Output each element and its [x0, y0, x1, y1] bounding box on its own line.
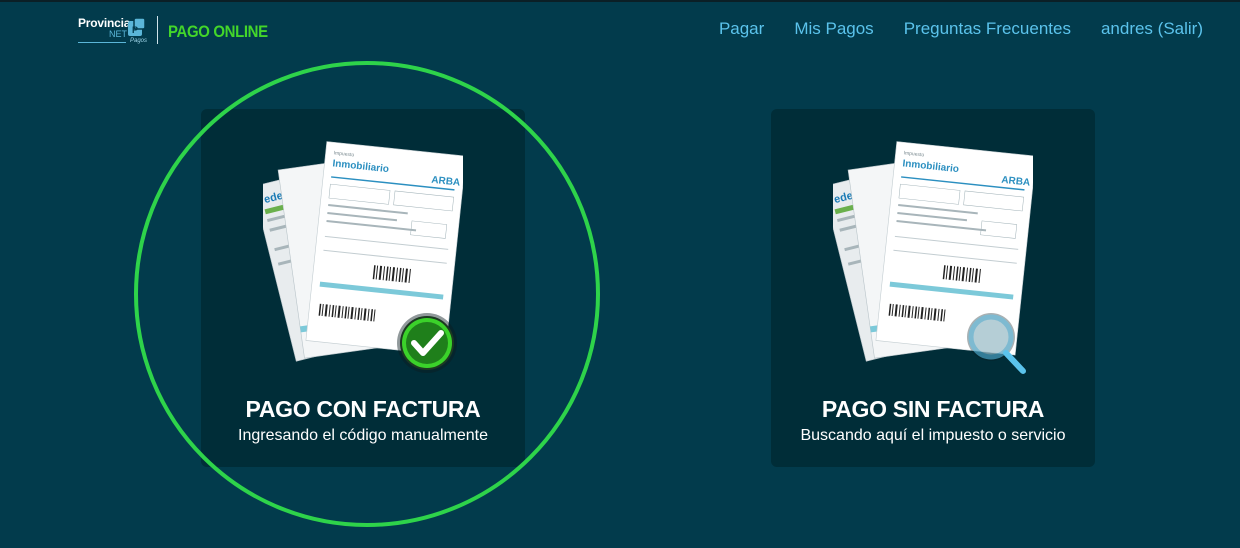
pago-online-logo-text: PAGO ONLINE: [168, 22, 268, 41]
check-badge-icon: [397, 313, 457, 373]
provincianet-logo[interactable]: Provincia NET Pagos P PAGO ONLINE: [78, 16, 281, 48]
logo-underline: [78, 42, 126, 43]
nav-link-preguntas-frecuentes[interactable]: Preguntas Frecuentes: [904, 19, 1071, 39]
option-title: PAGO SIN FACTURA: [821, 396, 1045, 422]
option-card-pago-con-factura[interactable]: edenor Impuesto Inmobiliario ARBA: [201, 109, 525, 467]
logo-pagos-text: Pagos: [130, 38, 148, 44]
option-subtitle: Ingresando el código manualmente: [238, 427, 488, 444]
nav-link-user-logout[interactable]: andres (Salir): [1101, 19, 1203, 39]
main-nav: Pagar Mis Pagos Preguntas Frecuentes and…: [719, 19, 1203, 39]
logo-provincia-text: Provincia: [78, 16, 131, 30]
nav-link-mis-pagos[interactable]: Mis Pagos: [794, 19, 873, 39]
provincia-mark-icon: P: [128, 18, 145, 36]
nav-link-pagar[interactable]: Pagar: [719, 19, 764, 39]
option-subtitle: Buscando aquí el impuesto o servicio: [800, 427, 1066, 444]
logo-net-text: NET: [109, 29, 127, 39]
option-title: PAGO CON FACTURA: [245, 396, 481, 422]
logo-separator: [157, 16, 158, 44]
svg-text:P: P: [132, 25, 138, 35]
option-card-pago-sin-factura[interactable]: edenor Impuesto Inmobiliario ARBA: [771, 109, 1095, 467]
bills-with-check-illustration: edenor Impuesto Inmobiliario ARBA: [263, 141, 463, 373]
bills-with-magnifier-illustration: edenor Impuesto Inmobiliario ARBA: [833, 141, 1033, 374]
provincianet-wordmark: Provincia NET Pagos P: [78, 16, 148, 48]
